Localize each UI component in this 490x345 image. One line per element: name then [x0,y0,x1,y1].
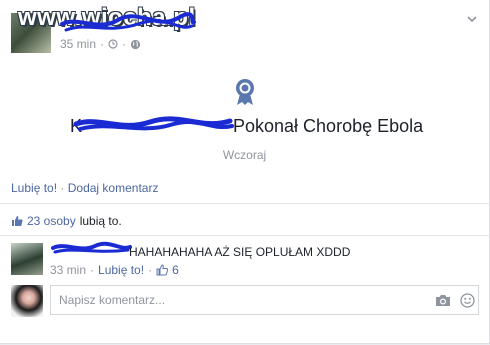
comment-like-count[interactable]: 6 [172,263,179,277]
comment-like-link[interactable]: Lubię to! [98,263,144,277]
post-card: www.wiocha.pl 35 min · · K Pokonał Choro… [0,0,490,344]
likes-count[interactable]: 23 osoby [27,214,76,228]
like-link[interactable]: Lubię to! [11,181,57,195]
camera-icon[interactable] [435,294,451,307]
comment-text: HAHAHAHAHA AŻ SIĘ OPLUŁAM XDDD [129,245,351,259]
clock-icon [108,39,118,49]
thumbs-up-icon [12,216,23,226]
life-event-date[interactable]: Wczoraj [0,148,489,162]
redacted-name-scribble: K [70,116,234,136]
comment-input[interactable] [57,292,421,308]
post-meta: 35 min · · [60,37,141,51]
post-time[interactable]: 35 min [60,37,96,51]
redacted-commenter-name [51,241,132,254]
add-comment-link[interactable]: Dodaj komentarz [68,181,159,195]
redacted-author-name [60,12,196,32]
emoji-icon[interactable] [460,293,475,308]
chevron-down-icon[interactable] [467,14,477,24]
current-user-avatar [11,285,43,317]
divider [0,235,489,236]
likes-summary: 23 osoby lubią to. [11,214,122,228]
actions-separator: · [60,181,65,195]
award-ribbon-icon [236,79,254,105]
divider [0,203,489,204]
likes-suffix: lubią to. [79,214,122,228]
life-event-text: Pokonał Chorobę Ebola [233,116,424,136]
commenter-avatar[interactable] [11,243,43,275]
thumbs-up-icon [156,264,169,276]
post-actions: Lubię to! · Dodaj komentarz [11,181,158,195]
globe-icon[interactable] [130,39,141,50]
comment-composer[interactable] [50,285,479,315]
comment-meta: 33 min · Lubię to! · 6 [50,263,179,277]
comment-time[interactable]: 33 min [50,263,86,277]
